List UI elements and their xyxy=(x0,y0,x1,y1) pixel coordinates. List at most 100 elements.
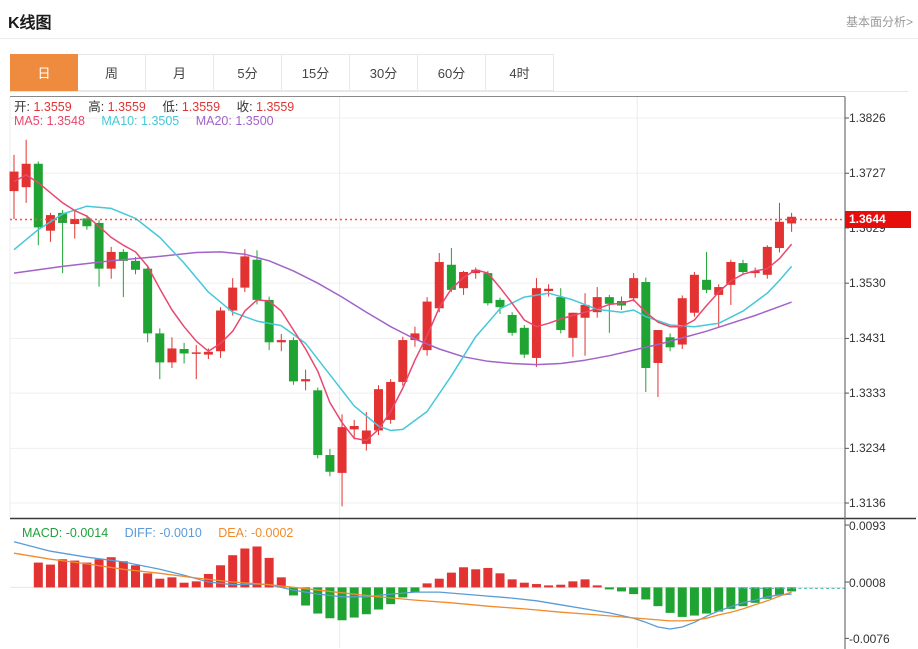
ma5-value: 1.3548 xyxy=(47,114,85,128)
high-value: 1.3559 xyxy=(108,100,146,114)
dea-value: -0.0002 xyxy=(251,526,293,540)
candle-body xyxy=(605,297,614,304)
price-axis-tick: 1.3234 xyxy=(849,441,886,455)
macd-bar xyxy=(180,583,189,588)
candle-body xyxy=(155,333,164,362)
macd-bar xyxy=(240,549,249,588)
ma10-line xyxy=(14,206,792,430)
macd-bar xyxy=(58,559,67,587)
macd-bar xyxy=(483,568,492,587)
macd-bar xyxy=(678,587,687,617)
macd-bar xyxy=(496,573,505,587)
tab-period-0[interactable]: 日 xyxy=(10,54,78,91)
macd-bar xyxy=(34,563,43,588)
candle-body xyxy=(265,300,274,342)
macd-bar xyxy=(410,587,419,592)
open-value: 1.3559 xyxy=(33,100,71,114)
candle-body xyxy=(641,282,650,368)
candle-body xyxy=(131,261,140,270)
macd-bar xyxy=(143,573,152,587)
candle-body xyxy=(520,328,529,355)
price-axis-tick: 1.3727 xyxy=(849,166,886,180)
candle-body xyxy=(653,330,662,363)
macd-bar xyxy=(641,587,650,599)
candle-body xyxy=(556,297,565,330)
macd-bar xyxy=(714,587,723,611)
low-label: 低: xyxy=(162,100,178,114)
candle-body xyxy=(228,288,237,311)
macd-bar xyxy=(593,585,602,587)
candle-body xyxy=(496,300,505,307)
macd-value: -0.0014 xyxy=(66,526,108,540)
macd-bar xyxy=(70,561,79,588)
ma5-line xyxy=(14,175,792,441)
macd-bar xyxy=(435,579,444,588)
ma5-label: MA5: xyxy=(14,114,43,128)
candle-body xyxy=(398,340,407,382)
candle-body xyxy=(46,215,55,231)
candle-body xyxy=(350,426,359,429)
macd-bar xyxy=(301,587,310,605)
macd-bar xyxy=(666,587,675,612)
candle-body xyxy=(544,289,553,291)
macd-axis-tick: 0.0008 xyxy=(849,576,886,590)
macd-bar xyxy=(617,587,626,591)
candle-body xyxy=(690,275,699,313)
candle-body xyxy=(313,390,322,455)
macd-legend: MACD: -0.0014 DIFF: -0.0010 DEA: -0.0002 xyxy=(22,526,306,540)
candle-body xyxy=(629,278,638,298)
macd-bar xyxy=(386,587,395,604)
macd-bar xyxy=(119,561,128,587)
candle-body xyxy=(301,379,310,381)
open-label: 开: xyxy=(14,100,30,114)
macd-bar xyxy=(289,587,298,595)
macd-bar xyxy=(82,563,91,588)
candle-body xyxy=(775,222,784,248)
macd-label: MACD: xyxy=(22,526,62,540)
price-axis-tick: 1.3530 xyxy=(849,276,886,290)
diff-line xyxy=(14,542,792,629)
candle-body xyxy=(167,348,176,362)
candle-body xyxy=(325,455,334,472)
candle-body xyxy=(435,262,444,308)
macd-bar xyxy=(155,579,164,588)
tab-period-4[interactable]: 15分 xyxy=(282,54,350,91)
tab-period-7[interactable]: 4时 xyxy=(486,54,554,91)
macd-bar xyxy=(702,587,711,613)
macd-bar xyxy=(107,557,116,587)
tab-period-6[interactable]: 60分 xyxy=(418,54,486,91)
macd-bar xyxy=(520,583,529,588)
macd-bar xyxy=(556,585,565,588)
macd-bar xyxy=(653,587,662,606)
dea-label: DEA: xyxy=(218,526,247,540)
macd-bar xyxy=(95,559,104,587)
candle-body xyxy=(532,288,541,358)
macd-bar xyxy=(508,579,517,587)
candles[interactable] xyxy=(10,140,797,507)
macd-bar xyxy=(167,577,176,587)
macd-bar xyxy=(459,567,468,587)
macd-bar xyxy=(46,565,55,588)
macd-bar xyxy=(253,546,262,587)
macd-bar xyxy=(629,587,638,594)
candle-body xyxy=(192,352,201,354)
ma-lines xyxy=(14,175,792,441)
candle-body xyxy=(204,352,213,355)
ma10-value: 1.3505 xyxy=(141,114,179,128)
macd-axis-tick: -0.0076 xyxy=(849,632,890,646)
candle-body xyxy=(143,269,152,334)
current-price-badge: 1.3644 xyxy=(845,211,911,228)
close-value: 1.3559 xyxy=(256,100,294,114)
tab-period-3[interactable]: 5分 xyxy=(214,54,282,91)
macd-axis-tick: 0.0093 xyxy=(849,519,886,533)
tab-period-5[interactable]: 30分 xyxy=(350,54,418,91)
tab-period-2[interactable]: 月 xyxy=(146,54,214,91)
low-value: 1.3559 xyxy=(182,100,220,114)
macd-histogram[interactable] xyxy=(34,546,796,620)
macd-bar xyxy=(423,583,432,587)
fundamental-analysis-link[interactable]: 基本面分析> xyxy=(846,13,913,30)
page-title: K线图 xyxy=(8,9,52,33)
candle-body xyxy=(338,427,347,473)
tab-period-1[interactable]: 周 xyxy=(78,54,146,91)
macd-bar xyxy=(313,587,322,613)
